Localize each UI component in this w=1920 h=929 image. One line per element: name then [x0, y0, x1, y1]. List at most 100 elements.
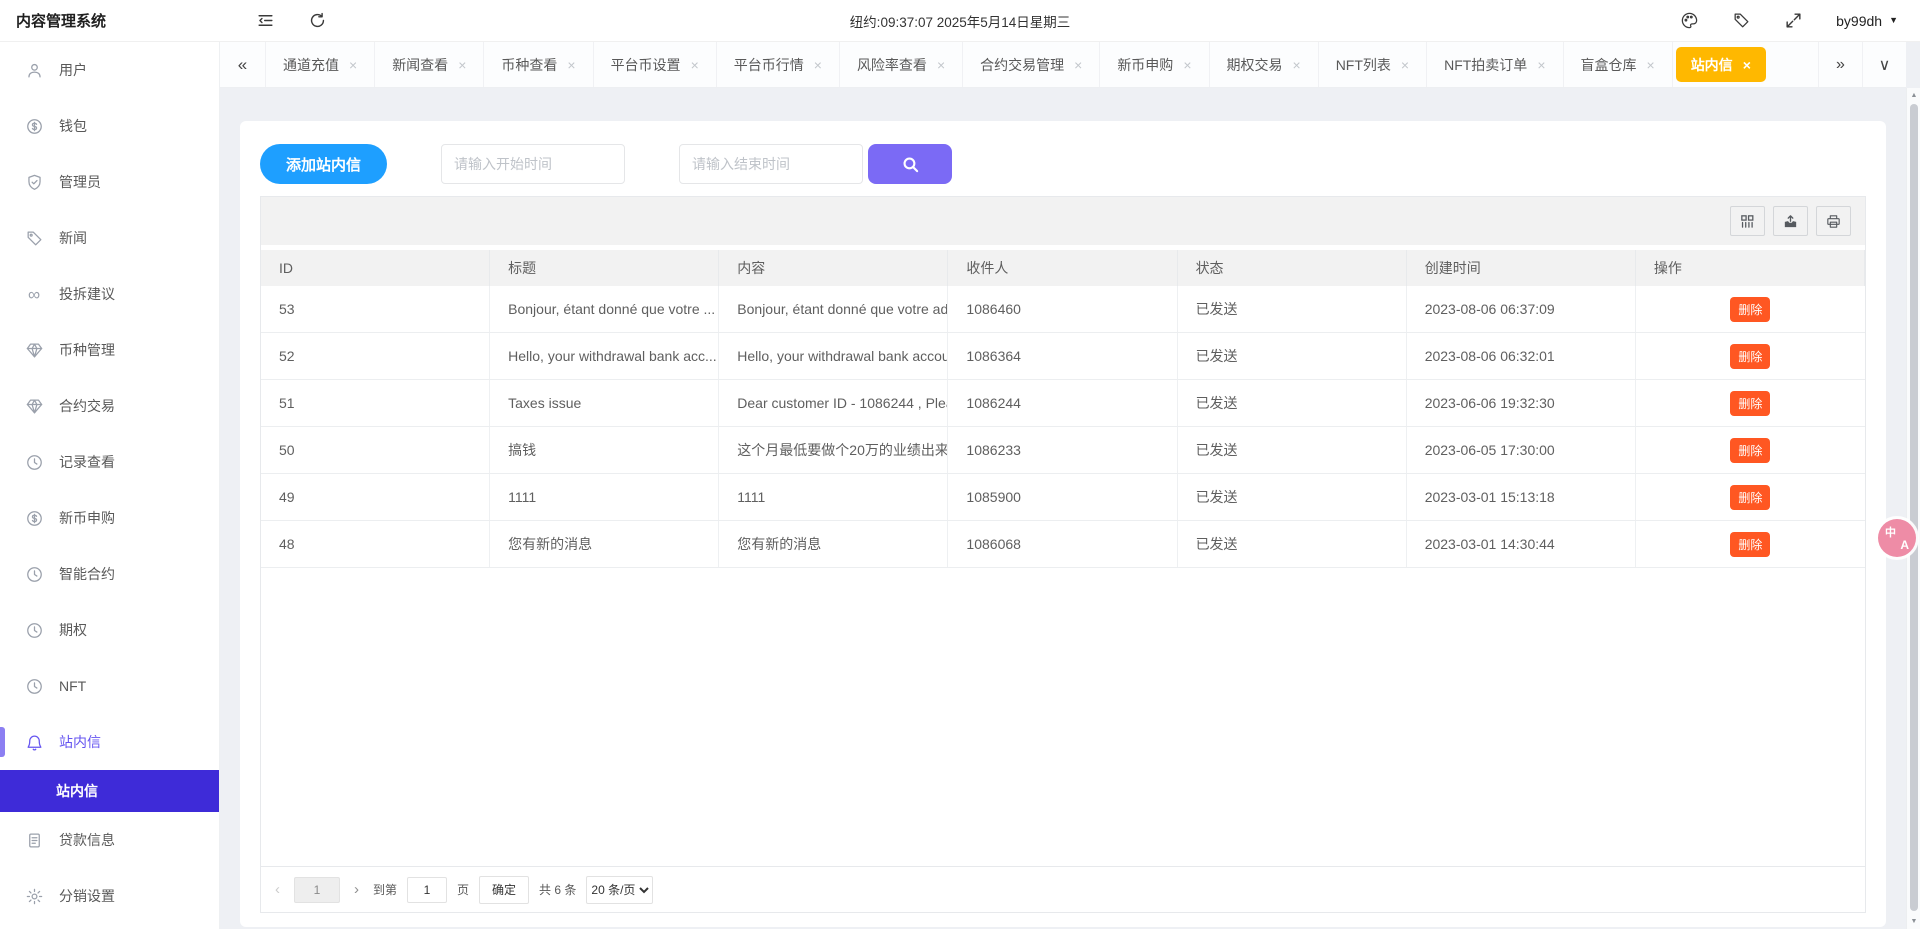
cell-created-time: 2023-08-06 06:37:09	[1407, 286, 1636, 332]
tab-platform-coin-market[interactable]: 平台币行情 ×	[717, 42, 840, 87]
coin-icon	[24, 508, 44, 528]
cell-status: 已发送	[1178, 333, 1407, 379]
tab-label: 平台币设置	[611, 55, 681, 75]
start-time-input[interactable]	[441, 144, 625, 184]
print-icon[interactable]	[1816, 206, 1851, 236]
sidebar-item-records[interactable]: 记录查看	[0, 434, 219, 490]
tabs-scroll-right-button[interactable]: »	[1818, 42, 1862, 87]
diamond-icon	[24, 396, 44, 416]
scrollbar-thumb[interactable]	[1910, 104, 1918, 911]
collapse-sidebar-icon[interactable]	[256, 11, 276, 31]
close-icon[interactable]: ×	[567, 57, 575, 73]
tab-new-coin-subscribe[interactable]: 新币申购 ×	[1100, 42, 1209, 87]
page-size-select[interactable]: 20 条/页	[586, 876, 653, 904]
column-header: ID	[261, 250, 490, 286]
sidebar-item-new-coin[interactable]: 新币申购	[0, 490, 219, 546]
fullscreen-icon[interactable]	[1784, 11, 1804, 31]
language-toggle[interactable]: 中 A	[1878, 519, 1916, 557]
close-icon[interactable]: ×	[349, 57, 357, 73]
bell-icon	[24, 732, 44, 752]
tab-platform-coin-settings[interactable]: 平台币设置 ×	[594, 42, 717, 87]
current-page[interactable]: 1	[294, 877, 340, 903]
cell-created-time: 2023-03-01 14:30:44	[1407, 521, 1636, 567]
sidebar-item-users[interactable]: 用户	[0, 42, 219, 98]
column-header: 状态	[1178, 250, 1407, 286]
delete-button[interactable]: 删除	[1730, 485, 1770, 510]
tab-coin-view[interactable]: 币种查看 ×	[484, 42, 593, 87]
goto-page-input[interactable]	[407, 877, 447, 903]
sidebar-item-loan-info[interactable]: 贷款信息	[0, 812, 219, 868]
sidebar-subitem-messages-active[interactable]: 站内信	[0, 770, 219, 812]
tab-site-message[interactable]: 站内信 ×	[1676, 47, 1766, 82]
delete-button[interactable]: 删除	[1730, 532, 1770, 557]
tabs-scroll-left-button[interactable]: «	[220, 42, 266, 87]
tab-nft-list[interactable]: NFT列表 ×	[1319, 42, 1427, 87]
refresh-icon[interactable]	[308, 11, 328, 31]
tab-label: NFT拍卖订单	[1444, 55, 1527, 75]
close-icon[interactable]: ×	[937, 57, 945, 73]
tag-icon[interactable]	[1732, 11, 1752, 31]
delete-button[interactable]: 删除	[1730, 391, 1770, 416]
cell-title: Bonjour, étant donné que votre ...	[490, 286, 719, 332]
scroll-up-icon[interactable]: ▲	[1907, 92, 1920, 99]
cell-actions: 删除	[1636, 474, 1865, 520]
delete-button[interactable]: 删除	[1730, 297, 1770, 322]
sidebar-item-contract-trade[interactable]: 合约交易	[0, 378, 219, 434]
close-icon[interactable]: ×	[1183, 57, 1191, 73]
delete-button[interactable]: 删除	[1730, 344, 1770, 369]
cell-created-time: 2023-06-05 17:30:00	[1407, 427, 1636, 473]
sidebar-item-messages[interactable]: 站内信	[0, 714, 219, 770]
next-page-button[interactable]: ›	[350, 881, 363, 898]
theme-palette-icon[interactable]	[1680, 11, 1700, 31]
tab-channel-recharge[interactable]: 通道充值 ×	[266, 42, 375, 87]
cell-receiver: 1086233	[948, 427, 1177, 473]
scroll-down-icon[interactable]: ▼	[1907, 918, 1920, 925]
delete-button[interactable]: 删除	[1730, 438, 1770, 463]
export-icon[interactable]	[1773, 206, 1808, 236]
sidebar-item-options[interactable]: 期权	[0, 602, 219, 658]
tab-blind-box[interactable]: 盲盒仓库 ×	[1564, 42, 1673, 87]
confirm-button[interactable]: 确定	[479, 876, 529, 904]
cell-content: Bonjour, étant donné que votre adres	[719, 286, 948, 332]
sidebar-item-label: 期权	[59, 620, 87, 640]
close-icon[interactable]: ×	[1537, 57, 1545, 73]
end-time-input[interactable]	[679, 144, 863, 184]
tab-nft-auction-orders[interactable]: NFT拍卖订单 ×	[1427, 42, 1563, 87]
sidebar-item-label: 记录查看	[59, 452, 115, 472]
close-icon[interactable]: ×	[1743, 57, 1751, 73]
gear-icon	[24, 886, 44, 906]
close-icon[interactable]: ×	[458, 57, 466, 73]
cell-id: 51	[261, 380, 490, 426]
tabs-menu-button[interactable]: ∨	[1862, 42, 1906, 87]
close-icon[interactable]: ×	[1293, 57, 1301, 73]
close-icon[interactable]: ×	[1647, 57, 1655, 73]
sidebar-item-label: 管理员	[59, 172, 101, 192]
close-icon[interactable]: ×	[1401, 57, 1409, 73]
prev-page-button[interactable]: ‹	[271, 881, 284, 898]
tab-options-trade[interactable]: 期权交易 ×	[1210, 42, 1319, 87]
sidebar-item-coin-manage[interactable]: 币种管理	[0, 322, 219, 378]
search-button[interactable]	[868, 144, 952, 184]
tab-risk-rate[interactable]: 风险率查看 ×	[840, 42, 963, 87]
add-message-button[interactable]: 添加站内信	[260, 144, 387, 184]
table-widget: ID 标题 内容 收件人 状态 创建时间 操作 53 Bonjou	[260, 196, 1866, 913]
sidebar-item-smart-contract[interactable]: 智能合约	[0, 546, 219, 602]
close-icon[interactable]: ×	[1074, 57, 1082, 73]
table-header-row: ID 标题 内容 收件人 状态 创建时间 操作	[261, 250, 1865, 286]
goto-prefix-label: 到第	[373, 881, 397, 898]
sidebar-item-admins[interactable]: 管理员	[0, 154, 219, 210]
cell-actions: 删除	[1636, 380, 1865, 426]
sidebar-item-news[interactable]: 新闻	[0, 210, 219, 266]
close-icon[interactable]: ×	[691, 57, 699, 73]
sidebar-item-distribution[interactable]: 分销设置	[0, 868, 219, 924]
sidebar-item-feedback[interactable]: ∞ 投拆建议	[0, 266, 219, 322]
tab-news-view[interactable]: 新闻查看 ×	[375, 42, 484, 87]
sidebar-item-nft[interactable]: NFT	[0, 658, 219, 714]
cell-content: 1111	[719, 474, 948, 520]
tab-contract-trade-manage[interactable]: 合约交易管理 ×	[963, 42, 1100, 87]
close-icon[interactable]: ×	[814, 57, 822, 73]
columns-icon[interactable]	[1730, 206, 1765, 236]
user-menu[interactable]: by99dh ▼	[1836, 13, 1898, 29]
sidebar-item-wallet[interactable]: 钱包	[0, 98, 219, 154]
vertical-scrollbar[interactable]: ▲ ▼	[1906, 88, 1920, 929]
